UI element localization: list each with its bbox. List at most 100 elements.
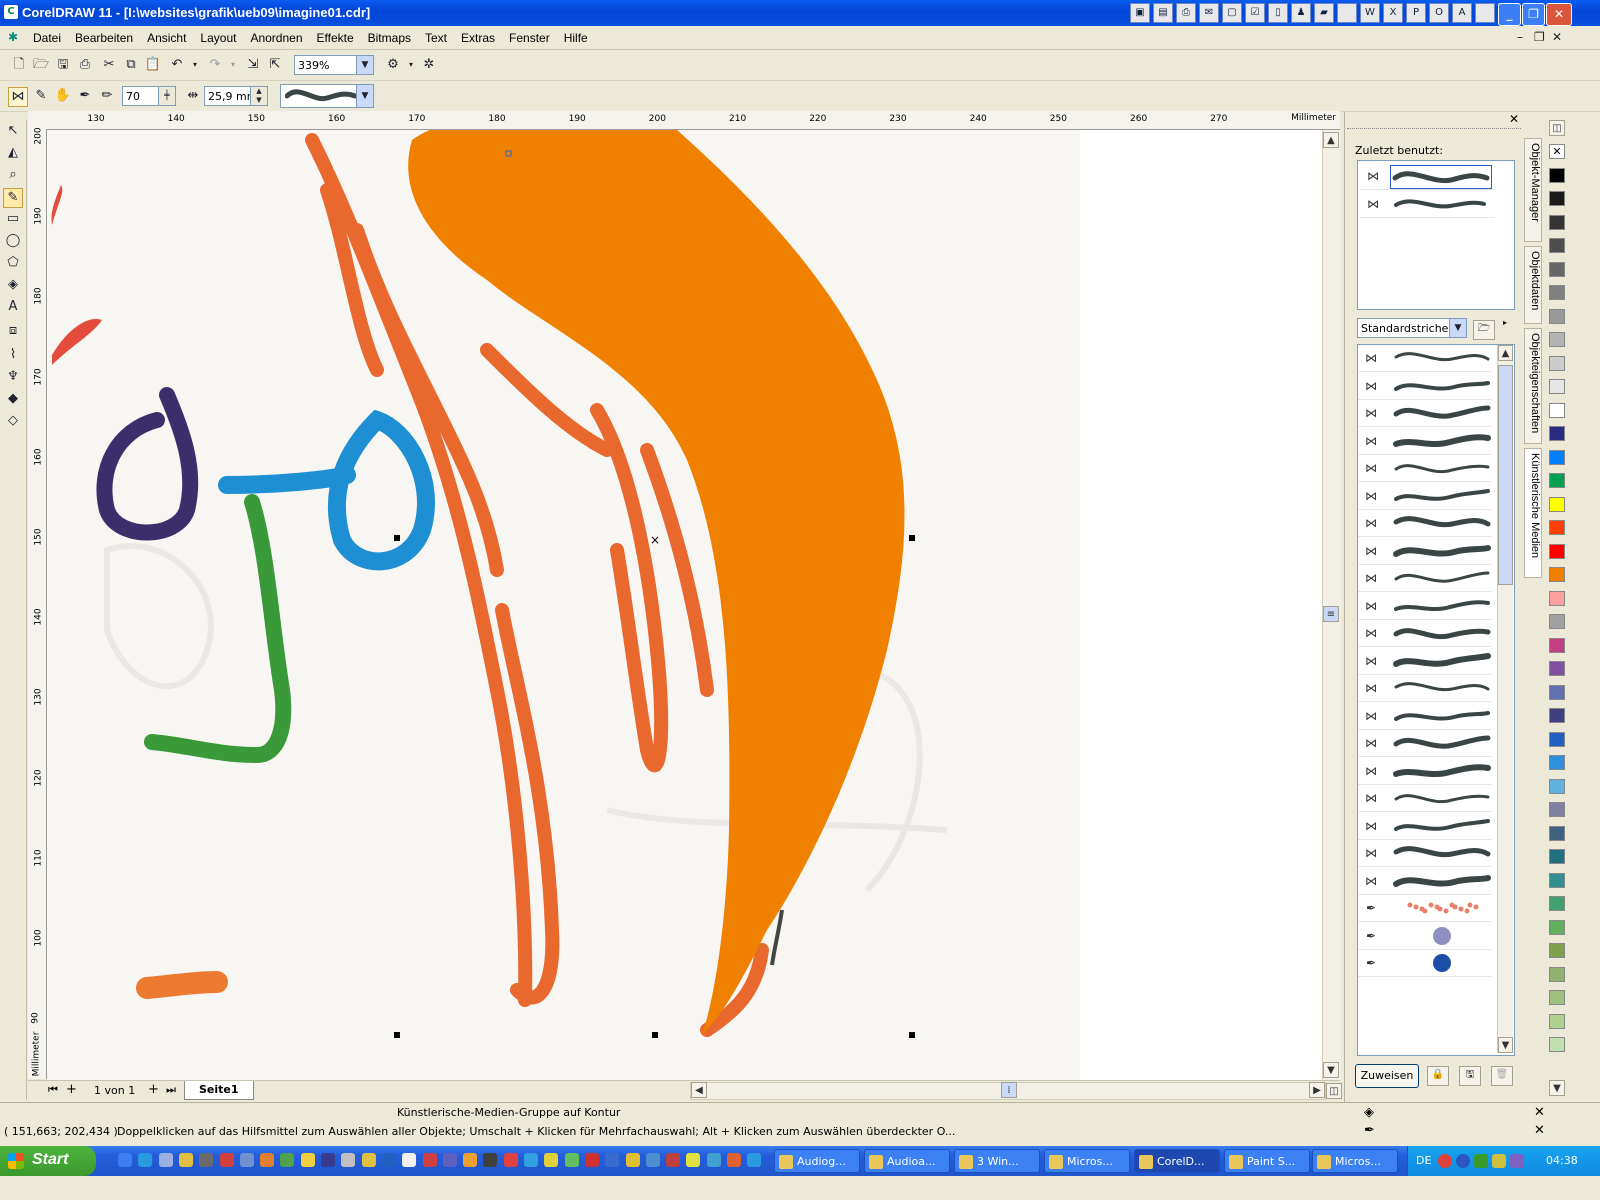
stroke-preset-item[interactable]: ⋈ [1358,758,1492,785]
no-color-swatch[interactable]: ✕ [1549,144,1565,159]
color-swatch[interactable] [1549,849,1565,864]
vertical-ruler[interactable]: Millimeter 200 190 180 170 160 150 140 130 120 11… [28,127,47,1079]
quick-launch-icon[interactable] [260,1153,275,1167]
color-swatch[interactable] [1549,872,1565,888]
slider-icon[interactable]: ╪ [158,87,175,105]
color-swatch[interactable] [1549,661,1565,676]
quick-launch-icon[interactable] [158,1153,173,1167]
stroke-preset-combo[interactable]: ▼ [280,84,374,108]
quick-launch-icon[interactable] [402,1153,417,1167]
tab-objektdaten[interactable]: Objektdaten [1524,246,1542,324]
menu-item-ansicht[interactable]: Ansicht [140,31,193,45]
stroke-preset-item[interactable]: ⋈ [1358,703,1492,730]
minimize-button[interactable]: _ [1498,3,1521,26]
quick-launch-icon[interactable] [706,1153,721,1167]
color-swatch[interactable] [1549,473,1565,488]
paste-icon[interactable]: 📋 [144,56,162,74]
color-swatch[interactable] [1549,684,1565,700]
horizontal-ruler[interactable]: Millimeter 130 140 150 160 170 180 190 200 210 22… [47,111,1340,130]
stroke-list-scrollbar[interactable]: ▲ ▼ [1497,345,1513,1053]
menu-item-bearbeiten[interactable]: Bearbeiten [68,31,140,45]
quick-launch-icon[interactable] [381,1153,396,1167]
page-tab-seite1[interactable]: Seite1 [184,1081,254,1100]
quick-launch-icon[interactable] [483,1153,498,1167]
tray-icon-security[interactable] [1438,1154,1452,1168]
color-swatch[interactable] [1549,167,1565,183]
quick-launch-icon[interactable] [645,1153,660,1167]
save-stroke-icon[interactable]: 🖫 [1459,1066,1481,1086]
taskbar-task-button[interactable]: Micros... [1312,1149,1398,1173]
menu-item-text[interactable]: Text [418,31,454,45]
excel-icon[interactable]: X [1383,3,1403,23]
quick-launch-icon[interactable] [321,1153,335,1167]
mail-icon[interactable]: ✉ [1199,3,1219,23]
quick-launch-icon[interactable] [138,1153,153,1167]
color-swatch[interactable] [1549,332,1565,347]
delete-icon[interactable]: 🗑 [1491,1066,1513,1086]
stroke-preset-item[interactable]: ⋈ [1358,538,1492,565]
lock-icon[interactable]: 🔒 [1427,1066,1449,1086]
color-swatch[interactable] [1549,567,1565,582]
quick-launch-icon[interactable] [199,1153,214,1167]
drawing-svg[interactable]: × [47,130,1322,1080]
fill-indicator-icon[interactable]: ◈ [1364,1105,1374,1120]
stroke-category-select[interactable]: Standardstriche ▼ [1357,318,1467,338]
quick-launch-icon[interactable] [503,1153,518,1167]
stroke-preset-item[interactable]: ⋈ [1358,345,1492,372]
print-icon[interactable]: ⎙ [76,56,94,74]
color-swatch[interactable] [1549,731,1565,747]
vertical-scrollbar[interactable]: ▲ ≡ ▼ [1322,130,1341,1080]
color-swatch[interactable] [1549,825,1565,841]
outlook-icon[interactable]: O [1429,3,1449,23]
color-swatch[interactable] [1549,637,1565,653]
stroke-preset-item[interactable]: ⋈ [1358,593,1492,620]
quick-launch-icon[interactable] [727,1153,741,1167]
quick-launch-icon[interactable] [666,1153,681,1167]
eyedropper-tool-icon[interactable]: ⌇ [4,346,22,364]
tray-icon-app[interactable] [1474,1154,1488,1168]
last-page-icon[interactable]: ⏭ [166,1083,176,1097]
basic-shapes-tool-icon[interactable]: ◈ [4,276,22,294]
brush-tool-icon[interactable]: ✎ [32,87,50,105]
mdi-restore-button[interactable]: ❐ [1534,30,1545,44]
blank-icon[interactable] [1337,3,1357,23]
color-swatch[interactable] [1549,778,1565,794]
launcher-dropdown-icon[interactable]: ▾ [402,56,420,74]
stroke-preset-item[interactable]: ⋈ [1358,455,1492,482]
quick-launch-icon[interactable] [686,1153,701,1167]
color-swatch[interactable] [1549,919,1565,935]
access-icon[interactable]: A [1452,3,1472,23]
first-page-icon[interactable]: ⏮ [48,1083,58,1097]
taskbar-task-button[interactable]: 3 Win... [954,1149,1040,1173]
color-swatch[interactable] [1549,990,1565,1005]
color-swatch[interactable] [1549,966,1565,982]
stroke-preset-item[interactable]: ⋈ [1358,868,1492,895]
scroll-up-icon[interactable]: ▲ [1498,345,1513,361]
outline-tool-icon[interactable]: ♆ [4,368,22,386]
palette-scroll-down-icon[interactable]: ▼ [1549,1080,1565,1096]
add-page-after-icon[interactable]: + [148,1082,159,1097]
tab-objekt-manager[interactable]: Objekt-Manager [1524,138,1542,242]
color-swatch[interactable] [1549,238,1565,253]
outline-indicator-icon[interactable]: ✒ [1364,1123,1375,1138]
checklist-icon[interactable]: ☑ [1245,3,1265,23]
quick-launch-icon[interactable] [178,1153,193,1167]
color-swatch[interactable] [1549,308,1565,324]
mdi-minimize-button[interactable]: – [1517,30,1523,44]
title-bar[interactable]: C CorelDRAW 11 - [I:\websites\grafik\ueb… [0,0,1600,26]
window-icon[interactable]: ▣ [1130,3,1150,23]
stroke-preset-item[interactable]: ✒ [1358,950,1492,977]
quick-launch-icon[interactable] [584,1153,599,1167]
stroke-preset-item[interactable]: ✒ [1358,923,1492,950]
quick-launch-icon[interactable] [747,1153,762,1167]
stroke-width-input[interactable]: 25,9 mm ▲ ▼ [204,86,268,106]
menu-item-layout[interactable]: Layout [193,31,243,45]
docker-menu-icon[interactable]: ▸ [1503,318,1507,327]
new-file-icon[interactable]: 🗋 [10,56,28,74]
import-icon[interactable]: ⇲ [244,56,262,74]
recent-stroke-1[interactable]: ⋈ [1360,163,1494,190]
add-page-before-icon[interactable]: + [66,1082,77,1097]
save-icon[interactable]: 🖫 [54,56,72,74]
color-swatch[interactable] [1549,943,1565,958]
color-swatch[interactable] [1549,802,1565,817]
